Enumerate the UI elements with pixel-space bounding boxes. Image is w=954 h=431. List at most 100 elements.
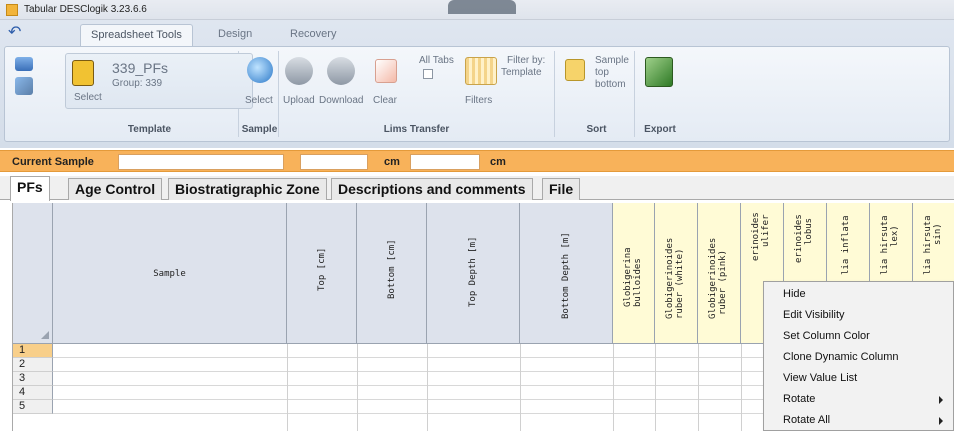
template-group: Select 339_PFs Group: 339 Template	[61, 51, 253, 137]
column-header-top[interactable]: Top [cm]	[287, 203, 357, 344]
menu-item-rotate[interactable]: Rotate	[765, 389, 951, 410]
column-divider	[427, 344, 428, 431]
upload-icon[interactable]	[285, 57, 313, 85]
bottom-cm-unit: cm	[490, 156, 506, 168]
species-label-line2: ruber (pink)	[718, 249, 728, 315]
current-sample-field[interactable]	[118, 154, 284, 170]
export-group: Export	[635, 51, 685, 137]
blurred-region	[448, 0, 516, 14]
menu-item-clone-dynamic-column[interactable]: Clone Dynamic Column	[765, 347, 951, 368]
sort-line1: Sample	[595, 55, 629, 66]
column-header-bottom[interactable]: Bottom [cm]	[357, 203, 427, 344]
species-label-line1: lia hirsuta	[880, 215, 890, 275]
row-header[interactable]: 4	[13, 386, 53, 400]
column-header-bottom-label: Bottom [cm]	[387, 239, 397, 299]
column-header-top-depth-label: Top Depth [m]	[468, 236, 478, 307]
select-all-icon[interactable]	[41, 331, 49, 339]
menu-item-label: Rotate All	[783, 414, 831, 426]
column-divider	[613, 344, 614, 431]
species-label-line1: lia inflata	[841, 215, 851, 275]
species-label-line1: lia hirsuta	[923, 215, 933, 275]
column-header-species[interactable]: Globigerinoides ruber (white)	[655, 203, 698, 344]
menu-item-hide[interactable]: Hide	[765, 284, 951, 305]
row-header[interactable]: 3	[13, 372, 53, 386]
filters-button[interactable]: Filters	[465, 95, 492, 106]
species-label-line1: Globigerina	[623, 247, 633, 307]
image-icon[interactable]	[15, 57, 33, 71]
download-icon[interactable]	[327, 57, 355, 85]
column-header-top-label: Top [cm]	[317, 247, 327, 291]
data-tabs: PFs Age Control Biostratigraphic Zone De…	[0, 176, 954, 201]
window-title: Tabular DESClogik 3.23.6.6	[24, 4, 147, 15]
column-header-sample[interactable]: Sample	[53, 203, 287, 344]
species-label-line2: lobus	[804, 217, 814, 245]
column-divider	[520, 344, 521, 431]
filters-icon[interactable]	[465, 57, 497, 85]
download-button[interactable]: Download	[319, 95, 363, 106]
sample-select-label[interactable]: Select	[245, 95, 273, 106]
species-label-line1: erinoides	[751, 212, 761, 261]
column-header-sample-label: Sample	[153, 269, 186, 279]
species-label-line1: Globigerinoides	[708, 237, 718, 319]
grid-corner[interactable]	[13, 203, 53, 344]
all-tabs-checkbox[interactable]	[423, 69, 433, 79]
template-select-label: Select	[74, 92, 102, 103]
sort-az-icon[interactable]	[565, 59, 585, 81]
template-name: 339_PFs	[112, 60, 169, 76]
top-cm-field[interactable]	[300, 154, 368, 170]
tab-age-control[interactable]: Age Control	[68, 178, 163, 200]
row-header[interactable]: 2	[13, 358, 53, 372]
eraser-icon[interactable]	[375, 59, 397, 83]
bottom-cm-field[interactable]	[410, 154, 480, 170]
menu-item-label: Rotate	[783, 393, 816, 405]
tab-recovery[interactable]: Recovery	[280, 24, 346, 46]
menu-item-view-value-list[interactable]: View Value List	[765, 368, 951, 389]
tab-file[interactable]: File	[542, 178, 581, 200]
column-header-bottom-depth-label: Bottom Depth [m]	[561, 232, 571, 319]
column-header-species[interactable]: Globigerina bulloides	[613, 203, 655, 344]
menu-item-edit-visibility[interactable]: Edit Visibility	[765, 305, 951, 326]
menu-item-set-column-color[interactable]: Set Column Color	[765, 326, 951, 347]
sort-line2: top	[595, 67, 609, 78]
column-header-species[interactable]: Globigerinoides ruber (pink)	[698, 203, 741, 344]
title-bar: Tabular DESClogik 3.23.6.6	[0, 0, 954, 20]
row-header[interactable]: 1	[13, 344, 53, 358]
template-selector[interactable]: Select 339_PFs Group: 339	[65, 53, 253, 109]
tab-design[interactable]: Design	[208, 24, 262, 46]
template-icon	[72, 60, 94, 86]
current-sample-bar: Current Sample cm cm	[0, 150, 954, 172]
menu-item-label: View Value List	[783, 372, 858, 384]
sample-group: Select Sample	[241, 51, 279, 137]
menu-item-label: Clone Dynamic Column	[783, 351, 899, 363]
current-sample-label: Current Sample	[12, 156, 94, 168]
column-header-bottom-depth[interactable]: Bottom Depth [m]	[520, 203, 613, 344]
tab-pfs[interactable]: PFs	[10, 176, 50, 201]
template-group-label: Template	[127, 124, 172, 135]
row-header[interactable]: 5	[13, 400, 53, 414]
globe-icon[interactable]	[247, 57, 273, 83]
sample-group-label: Sample	[241, 124, 278, 135]
lims-transfer-group: Upload Download Clear All Tabs Filters F…	[279, 51, 555, 137]
species-label-line2: ulifer	[761, 214, 771, 247]
upload-button[interactable]: Upload	[283, 95, 315, 106]
sort-line3: bottom	[595, 79, 626, 90]
column-divider	[741, 344, 742, 431]
undo-icon[interactable]: ↶	[8, 24, 26, 42]
column-header-top-depth[interactable]: Top Depth [m]	[427, 203, 520, 344]
tab-descriptions-and-comments[interactable]: Descriptions and comments	[331, 178, 533, 200]
filter-by-value[interactable]: Template	[501, 67, 542, 78]
column-divider	[698, 344, 699, 431]
menu-item-rotate-all[interactable]: Rotate All	[765, 410, 951, 431]
ribbon: ↶ Spreadsheet Tools Design Recovery Sele…	[0, 20, 954, 148]
all-tabs-label: All Tabs	[419, 55, 454, 66]
species-label-line2: ruber (white)	[675, 248, 685, 319]
menu-item-label: Set Column Color	[783, 330, 870, 342]
tab-biostratigraphic-zone[interactable]: Biostratigraphic Zone	[168, 178, 327, 200]
excel-export-icon[interactable]	[645, 57, 673, 87]
tab-spreadsheet-tools[interactable]: Spreadsheet Tools	[80, 24, 193, 46]
clear-button[interactable]: Clear	[373, 95, 397, 106]
column-divider	[287, 344, 288, 431]
column-divider	[655, 344, 656, 431]
column-divider	[357, 344, 358, 431]
wrench-icon[interactable]	[15, 77, 33, 95]
